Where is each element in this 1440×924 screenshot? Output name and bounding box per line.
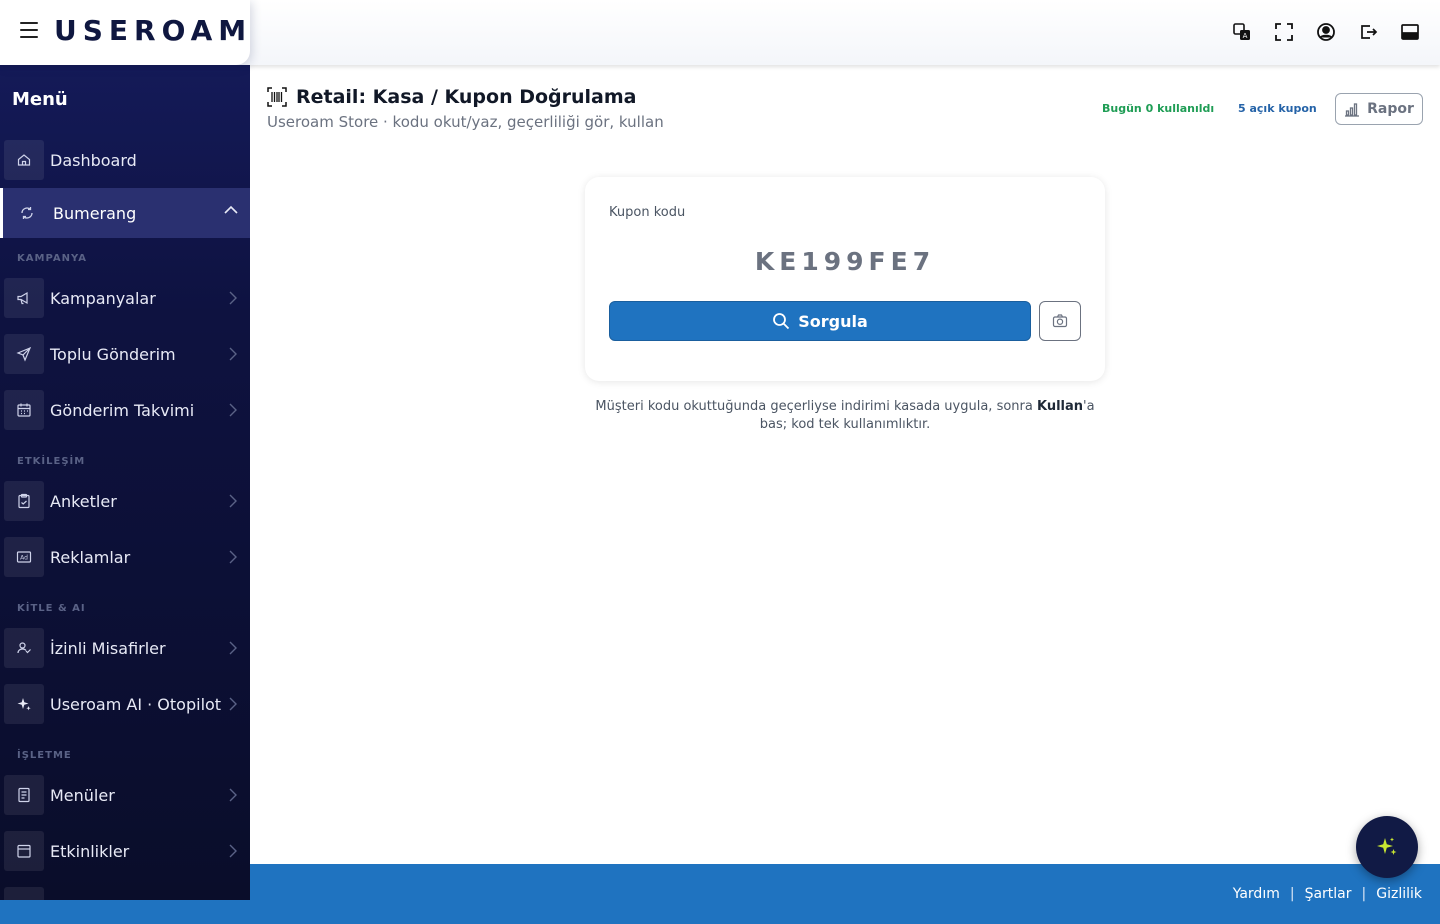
clipboard-icon [4,481,44,521]
home-icon [4,140,44,180]
usage-hint: Müşteri kodu okuttuğunda geçerliyse indi… [585,398,1105,434]
chevron-right-icon [229,844,237,858]
brand-area: USEROAM [0,0,250,65]
footer-link-help[interactable]: Yardım [1233,886,1280,902]
sidebar-item-label: Toplu Gönderim [50,344,176,364]
sidebar-item-partial[interactable] [4,885,250,900]
coupon-card: Kupon kodu Sorgula [585,177,1105,381]
coupon-code-input[interactable] [609,241,1081,281]
stat-used-today: Bugün 0 kullanıldı [1102,102,1215,115]
sidebar-item-label: Reklamlar [50,547,131,567]
user-check-icon [4,628,44,668]
ad-icon: Ad [4,537,44,577]
barcode-icon [267,87,287,107]
sidebar-item-label: Etkinlikler [50,841,130,861]
sidebar-item-etkinlikler[interactable]: Etkinlikler [4,829,250,873]
fullscreen-icon[interactable] [1274,22,1294,42]
section-label-kitle-ai: KİTLE & AI [17,603,86,614]
refresh-icon [7,193,47,233]
sidebar-item-reklamlar[interactable]: Ad Reklamlar [4,535,250,579]
chevron-right-icon [229,641,237,655]
query-button-label: Sorgula [798,311,868,331]
chevron-right-icon [229,788,237,802]
camera-scan-button[interactable] [1039,301,1081,341]
hamburger-menu-icon[interactable] [20,22,38,38]
translate-icon[interactable]: A [1232,22,1252,42]
chevron-up-icon [224,205,238,214]
section-label-kampanya: KAMPANYA [17,253,87,264]
window-icon[interactable] [1400,22,1420,42]
svg-text:A: A [1243,32,1248,40]
sidebar-item-gonderim-takvimi[interactable]: Gönderim Takvimi [4,388,250,432]
top-icons: A [1232,22,1420,42]
chevron-right-icon [229,550,237,564]
send-icon [4,334,44,374]
sidebar-title: Menü [12,89,68,110]
section-label-isletme: İŞLETME [17,750,72,761]
chevron-right-icon [229,403,237,417]
sidebar-item-menuler[interactable]: Menüler [4,773,250,817]
sidebar-item-label: İzinli Misafirler [50,638,166,658]
footer-link-privacy[interactable]: Gizlilik [1376,886,1422,902]
sidebar-item-label: Kampanyalar [50,288,156,308]
report-button-label: Rapor [1367,101,1414,117]
event-icon [4,831,44,871]
logo: USEROAM [54,14,253,47]
query-button[interactable]: Sorgula [609,301,1031,341]
chevron-right-icon [229,494,237,508]
sidebar-item-toplu-gonderim[interactable]: Toplu Gönderim [4,332,250,376]
sidebar: Menü Dashboard Bumerang KAMPANYA Kampany… [0,65,250,900]
section-label-etkilesim: ETKİLEŞİM [17,456,86,467]
sidebar-item-label: Dashboard [50,150,137,170]
sidebar-item-anketler[interactable]: Anketler [4,479,250,523]
sidebar-item-label: Useroam AI · Otopilot [50,694,222,714]
sidebar-item-label: Anketler [50,491,117,511]
chevron-right-icon [229,347,237,361]
hint-bold: Kullan [1036,399,1084,414]
logout-icon[interactable] [1358,22,1378,42]
chevron-right-icon [229,291,237,305]
footer-separator: | [1289,886,1295,902]
chevron-right-icon [229,697,237,711]
footer-links: Yardım | Şartlar | Gizlilik [1233,886,1422,902]
hint-prefix: Müşteri kodu okuttuğunda geçerliyse indi… [595,399,1037,414]
svg-text:Ad: Ad [20,555,28,562]
page-title-row: Retail: Kasa / Kupon Doğrulama [267,86,637,108]
sidebar-item-dashboard[interactable]: Dashboard [4,138,250,182]
megaphone-icon [4,278,44,318]
footer-link-terms[interactable]: Şartlar [1305,886,1352,902]
calendar-icon [4,390,44,430]
user-circle-icon[interactable] [1316,22,1336,42]
sidebar-item-label: Menüler [50,785,115,805]
sidebar-item-izinli-misafirler[interactable]: İzinli Misafirler [4,626,250,670]
top-bar: USEROAM A [0,0,1440,65]
sidebar-item-kampanyalar[interactable]: Kampanyalar [4,276,250,320]
camera-icon [1052,314,1068,328]
sidebar-item-bumerang[interactable]: Bumerang [0,188,250,238]
sidebar-item-label: Gönderim Takvimi [50,400,195,420]
report-button[interactable]: Rapor [1335,93,1423,125]
sidebar-item-useroam-ai[interactable]: Useroam AI · Otopilot [4,682,250,726]
sidebar-item-label: Bumerang [53,203,137,223]
sparkle-icon [4,684,44,724]
page-title: Retail: Kasa / Kupon Doğrulama [296,86,637,108]
search-icon [773,313,790,330]
stat-open-coupons[interactable]: 5 açık kupon [1238,102,1317,115]
sparkle-icon [1377,837,1397,855]
page-subtitle: Useroam Store · kodu okut/yaz, geçerlili… [267,113,664,131]
footer-separator: | [1361,886,1367,902]
ai-assistant-button[interactable] [1356,816,1418,878]
menu-doc-icon [4,775,44,815]
coupon-code-label: Kupon kodu [609,205,686,220]
partial-item-icon [4,887,44,900]
bar-chart-icon [1345,103,1360,117]
